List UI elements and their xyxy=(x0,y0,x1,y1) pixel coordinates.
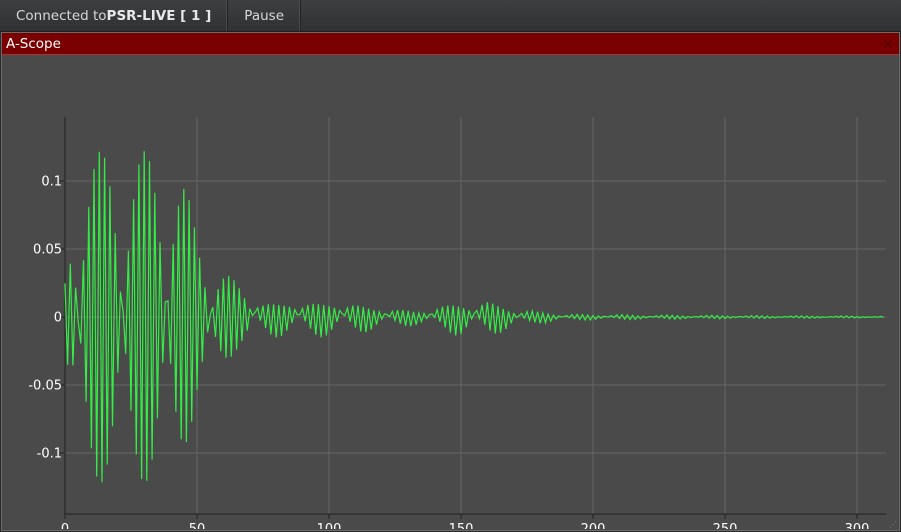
window-title: A-Scope xyxy=(6,35,61,52)
close-icon[interactable]: × xyxy=(881,37,895,51)
connection-name: PSR-LIVE [ 1 ] xyxy=(106,7,212,24)
axes xyxy=(60,117,886,519)
window-titlebar[interactable]: A-Scope × xyxy=(2,33,899,55)
x-tick-label: 0 xyxy=(61,522,69,529)
y-tick-label: -0.05 xyxy=(28,379,62,394)
y-tick-label: 0.05 xyxy=(33,243,62,258)
top-toolbar: Connected to PSR-LIVE [ 1 ] Pause xyxy=(0,0,901,32)
y-tick-label: 0.1 xyxy=(41,175,62,190)
connection-prefix: Connected to xyxy=(16,7,107,24)
x-tick-label: 300 xyxy=(845,522,870,529)
pause-button[interactable]: Pause xyxy=(228,0,301,31)
x-tick-label: 250 xyxy=(713,522,738,529)
y-tick-label: -0.1 xyxy=(37,447,62,462)
y-tick-label: 0 xyxy=(54,311,62,326)
a-scope-window: A-Scope × 0 50 100 150 200 250 300 0.1 0.05 0 -0.0… xyxy=(1,32,900,531)
resize-grip-icon[interactable]: ⋰ xyxy=(889,520,897,529)
x-tick-label: 50 xyxy=(189,522,206,529)
x-tick-label: 100 xyxy=(317,522,342,529)
a-scope-chart: 0 50 100 150 200 250 300 0.1 0.05 0 -0.05 -0.1 xyxy=(28,117,886,529)
connection-status: Connected to PSR-LIVE [ 1 ] xyxy=(0,0,229,31)
x-tick-label: 200 xyxy=(581,522,606,529)
x-tick-label: 150 xyxy=(449,522,474,529)
